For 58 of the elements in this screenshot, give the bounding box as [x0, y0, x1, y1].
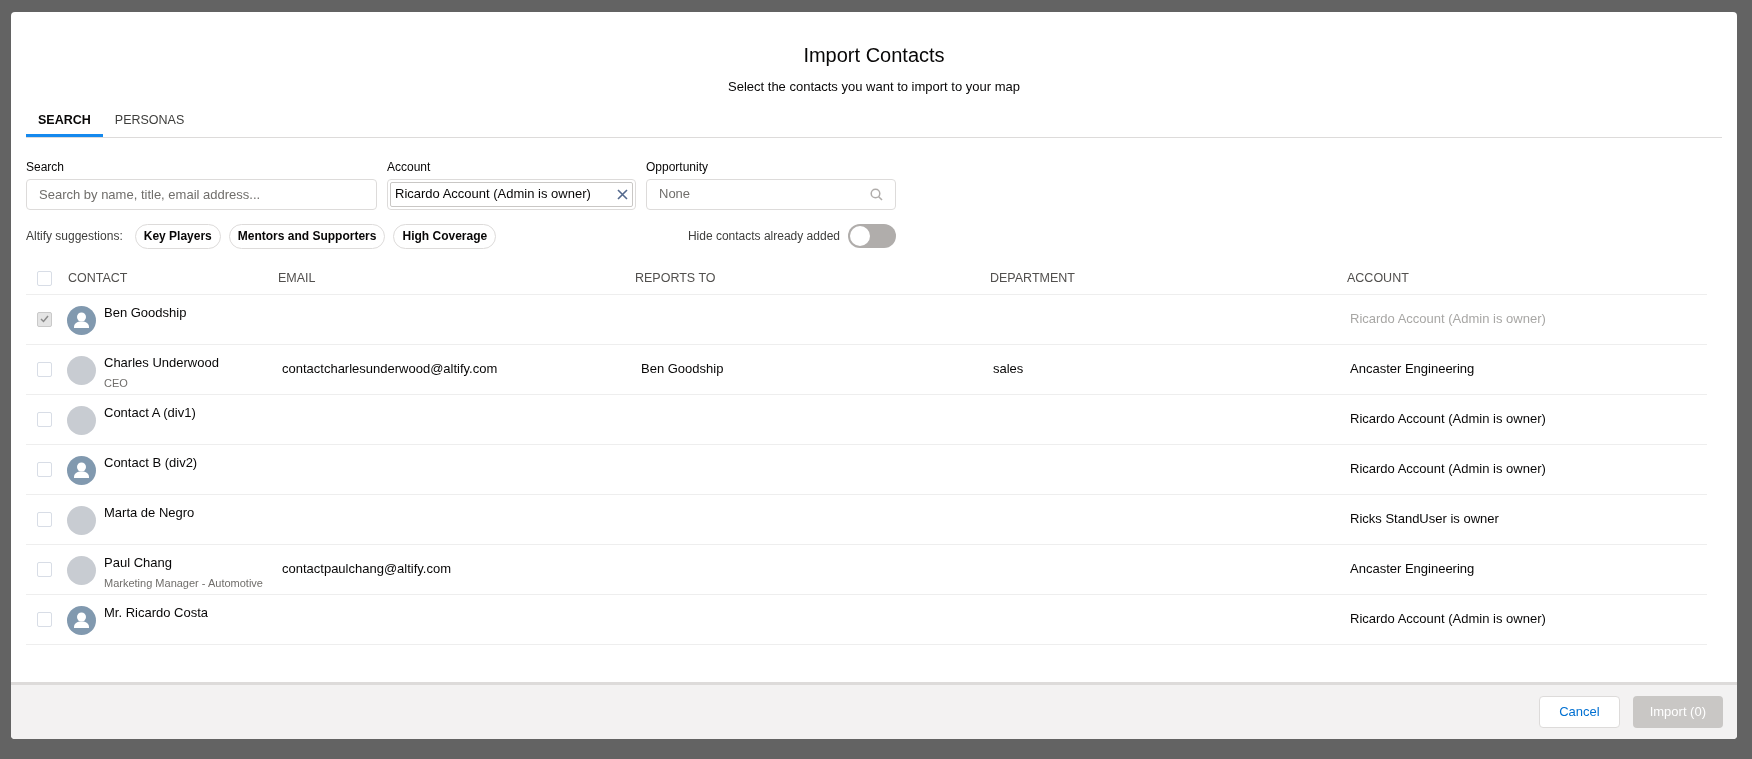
- photo-placeholder: [67, 405, 96, 435]
- account-cell: Ricardo Account (Admin is owner): [1350, 411, 1546, 427]
- toggle-switch[interactable]: [848, 224, 896, 248]
- checkbox[interactable]: [37, 361, 52, 377]
- opportunity-field[interactable]: None: [646, 178, 896, 210]
- email-cell: contactcharlesunderwood@altify.com: [282, 361, 498, 377]
- column-header: EMAIL: [278, 270, 316, 285]
- checkbox[interactable]: [37, 561, 52, 577]
- department-cell: sales: [993, 361, 1024, 377]
- account-cell: Ricardo Account (Admin is owner): [1350, 461, 1546, 477]
- tab[interactable]: SEARCH: [26, 106, 103, 137]
- checkbox[interactable]: [37, 411, 52, 427]
- person-avatar-icon: [67, 605, 96, 635]
- contact-name: Mr. Ricardo Costa: [104, 603, 209, 622]
- contact-name: Ben Goodship: [104, 303, 187, 322]
- contact-title: CEO: [104, 376, 129, 391]
- account-cell: Ricardo Account (Admin is owner): [1350, 611, 1546, 627]
- checkbox[interactable]: [37, 461, 52, 477]
- contact-name: Contact B (div2): [104, 453, 198, 472]
- checkmark-icon: [40, 315, 49, 323]
- account-cell: Ancaster Engineering: [1350, 561, 1475, 577]
- checkbox[interactable]: [37, 611, 52, 627]
- checkbox[interactable]: [37, 270, 52, 286]
- person-avatar-icon: [67, 305, 96, 335]
- close-icon[interactable]: [617, 188, 628, 200]
- field-label: Account: [387, 158, 432, 176]
- column-header: ACCOUNT: [1347, 270, 1409, 285]
- photo-placeholder: [67, 355, 96, 385]
- reports-to-cell: Ben Goodship: [641, 361, 724, 377]
- search-field[interactable]: Search by name, title, email address...: [26, 178, 377, 210]
- person-avatar-icon: [67, 455, 96, 485]
- checkbox[interactable]: [37, 511, 52, 527]
- dialog-subtitle: Select the contacts you want to import to your map: [728, 78, 1020, 96]
- account-cell: Ricks StandUser is owner: [1350, 511, 1499, 527]
- suggestions-label: Altify suggestions:: [26, 228, 123, 245]
- cancel-button[interactable]: Cancel: [1539, 696, 1620, 728]
- tab[interactable]: PERSONAS: [102, 106, 197, 137]
- field-label: Opportunity: [646, 158, 710, 176]
- account-cell: Ricardo Account (Admin is owner): [1350, 311, 1546, 327]
- account-value: Ricardo Account (Admin is owner): [395, 185, 591, 204]
- search-icon: [870, 187, 883, 201]
- account-field[interactable]: Ricardo Account (Admin is owner): [387, 178, 636, 210]
- column-header: REPORTS TO: [635, 270, 716, 285]
- email-cell: contactpaulchang@altify.com: [282, 561, 452, 577]
- toggle-label: Hide contacts already added: [687, 228, 840, 245]
- photo-placeholder: [67, 555, 96, 585]
- contact-title: Marketing Manager - Automotive: [104, 576, 263, 591]
- opportunity-input[interactable]: None: [659, 184, 839, 204]
- column-header: DEPARTMENT: [990, 270, 1075, 285]
- contact-name: Charles Underwood: [104, 353, 219, 372]
- contact-name: Marta de Negro: [104, 503, 195, 522]
- contact-name: Contact A (div1): [104, 403, 196, 422]
- photo-placeholder: [67, 505, 96, 535]
- column-header: CONTACT: [68, 270, 128, 285]
- field-label: Search: [26, 158, 66, 176]
- account-cell: Ancaster Engineering: [1350, 361, 1475, 377]
- dialog-title: Import Contacts: [803, 43, 945, 68]
- contact-name: Paul Chang: [104, 553, 173, 572]
